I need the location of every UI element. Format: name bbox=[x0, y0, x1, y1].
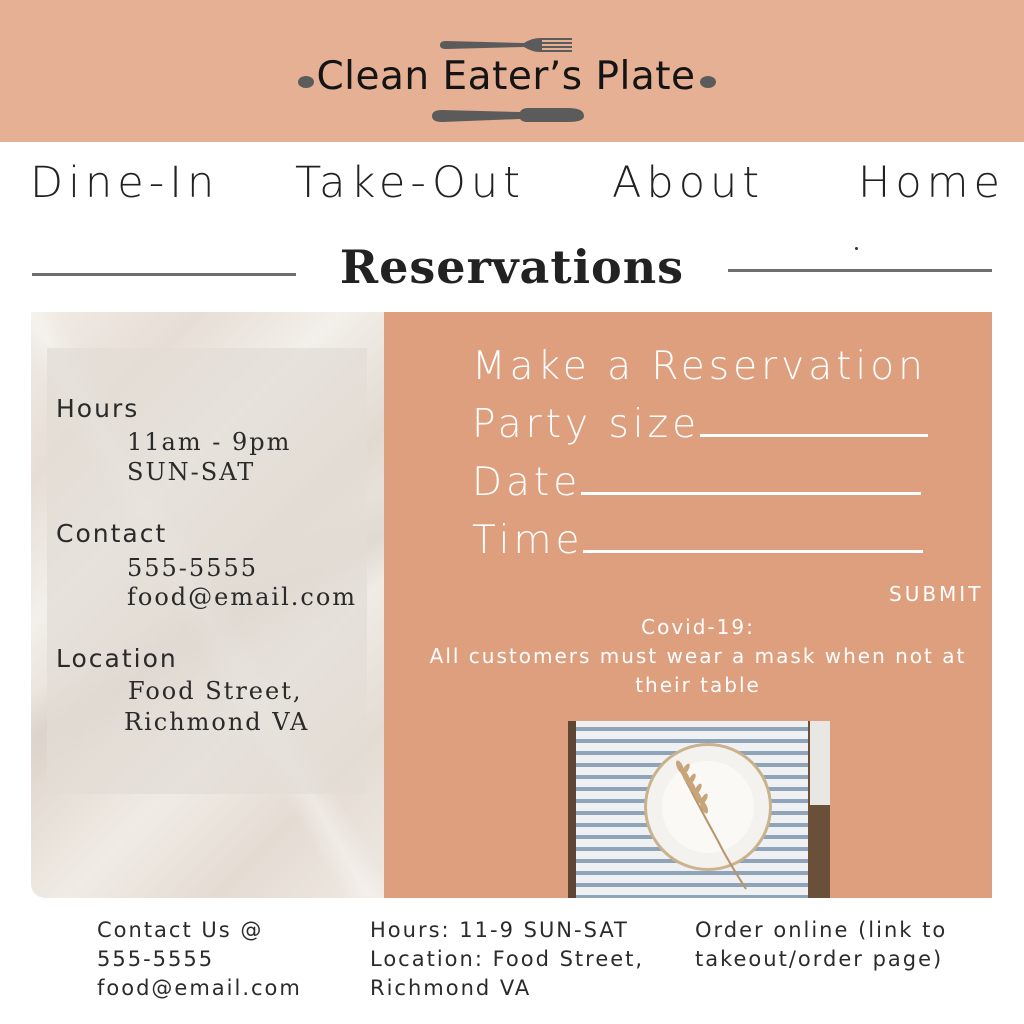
logo[interactable]: Clean Eater’s Plate bbox=[296, 30, 716, 130]
party-size-row: Party size bbox=[472, 402, 929, 447]
knife-icon bbox=[432, 108, 584, 122]
contact-label: Contact bbox=[56, 519, 168, 548]
footer-hours-location: Hours: 11-9 SUN-SAT Location: Food Stree… bbox=[370, 916, 644, 1003]
date-label: Date bbox=[472, 460, 582, 505]
nav-dine-in[interactable]: Dine-In bbox=[30, 158, 219, 208]
table-setting-photo bbox=[568, 721, 830, 898]
party-size-label: Party size bbox=[472, 402, 701, 447]
brand-name: Clean Eater’s Plate bbox=[316, 54, 696, 99]
date-field[interactable] bbox=[581, 462, 922, 495]
party-size-field[interactable] bbox=[700, 404, 929, 437]
hours-days: SUN-SAT bbox=[127, 458, 256, 486]
submit-button[interactable]: SUBMIT bbox=[889, 582, 983, 606]
footer-order-link-cont[interactable]: takeout/order page) bbox=[695, 945, 947, 974]
location-street: Food Street, bbox=[128, 677, 303, 705]
info-paper-background: Hours 11am - 9pm SUN-SAT Contact 555-555… bbox=[31, 312, 384, 898]
time-field[interactable] bbox=[583, 520, 924, 553]
footer-contact: Contact Us @ 555-5555 food@email.com bbox=[97, 916, 302, 1003]
footer-email[interactable]: food@email.com bbox=[97, 974, 302, 1003]
nav-take-out[interactable]: Take-Out bbox=[295, 158, 525, 208]
page-title: Reservations bbox=[339, 240, 685, 294]
covid-title: Covid-19: bbox=[641, 615, 755, 639]
contact-email: food@email.com bbox=[127, 583, 358, 611]
title-rule-left bbox=[32, 273, 296, 276]
time-row: Time bbox=[472, 518, 924, 563]
title-rule-right bbox=[728, 269, 992, 272]
nav-home[interactable]: Home bbox=[858, 158, 1005, 208]
fork-icon bbox=[440, 38, 572, 52]
footer-location-city: Richmond VA bbox=[370, 976, 532, 1000]
form-title: Make a Reservation bbox=[472, 344, 927, 389]
logo-dot-right bbox=[700, 76, 716, 88]
location-city: Richmond VA bbox=[124, 708, 310, 736]
footer-phone[interactable]: 555-5555 bbox=[97, 945, 302, 974]
covid-notice: All customers must wear a mask when not … bbox=[429, 644, 967, 697]
reservation-panel: Make a Reservation Party size Date Time … bbox=[384, 312, 992, 898]
time-label: Time bbox=[472, 518, 584, 563]
date-row: Date bbox=[472, 460, 922, 505]
footer-hours: Hours: 11-9 SUN-SAT bbox=[370, 918, 629, 942]
footer-contact-heading: Contact Us @ bbox=[97, 918, 264, 942]
site-header: Clean Eater’s Plate bbox=[0, 0, 1024, 142]
footer-order-online[interactable]: Order online (link to takeout/order page… bbox=[695, 916, 947, 974]
footer-order-link[interactable]: Order online (link to bbox=[695, 916, 947, 945]
nav-about[interactable]: About bbox=[612, 158, 764, 208]
hours-label: Hours bbox=[56, 394, 140, 423]
footer-location: Location: Food Street, bbox=[370, 947, 645, 971]
hours-time: 11am - 9pm bbox=[127, 428, 292, 456]
stray-dot bbox=[855, 247, 858, 250]
contact-phone: 555-5555 bbox=[127, 554, 258, 582]
location-label: Location bbox=[56, 644, 178, 673]
plate-on-placemat-image bbox=[568, 721, 830, 898]
